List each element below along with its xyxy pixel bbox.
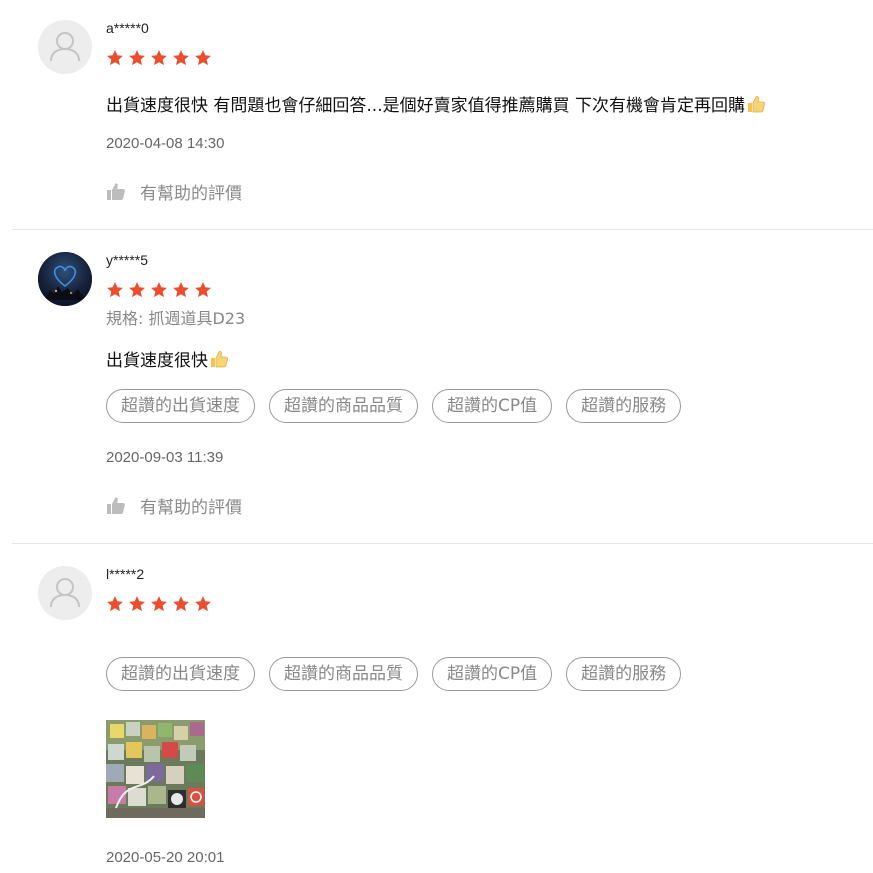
star-icon <box>107 50 123 66</box>
tag-product-quality[interactable]: 超讚的商品品質 <box>269 389 418 423</box>
star-icon <box>107 596 123 612</box>
star-icon <box>129 282 145 298</box>
review-date: 2020-04-08 14:30 <box>106 135 225 152</box>
tag-value[interactable]: 超讚的CP值 <box>432 657 553 691</box>
review-divider <box>12 229 873 230</box>
tag-shipping-speed[interactable]: 超讚的出貨速度 <box>106 657 255 691</box>
helpful-button[interactable]: 有幫助的評價 <box>106 179 242 204</box>
review-date: 2020-09-03 11:39 <box>106 449 224 466</box>
review-divider <box>12 543 873 544</box>
star-icon <box>173 596 189 612</box>
username: a*****0 <box>106 20 149 36</box>
user-avatar <box>38 566 92 620</box>
helpful-label: 有幫助的評價 <box>140 498 242 518</box>
star-icon <box>195 596 211 612</box>
review-date: 2020-05-20 20:01 <box>106 849 225 866</box>
star-rating <box>106 281 212 299</box>
star-rating <box>106 595 212 613</box>
default-user-icon <box>50 578 80 608</box>
thumbs-up-icon <box>107 182 125 200</box>
star-icon <box>151 282 167 298</box>
star-icon <box>195 282 211 298</box>
username: l*****2 <box>106 566 145 582</box>
star-rating <box>106 49 212 67</box>
photo-avatar <box>38 252 92 306</box>
product-variant: 規格: 抓週道具D23 <box>106 309 246 328</box>
star-icon <box>173 282 189 298</box>
tag-shipping-speed[interactable]: 超讚的出貨速度 <box>106 389 255 423</box>
username: y*****5 <box>106 252 149 268</box>
review-photo[interactable] <box>106 720 205 818</box>
review-content: 出貨速度很快 <box>106 346 229 374</box>
user-avatar <box>38 252 92 306</box>
review-tags: 超讚的出貨速度 超讚的商品品質 超讚的CP值 超讚的服務 <box>106 657 682 691</box>
thumbs-up-icon <box>746 94 766 119</box>
helpful-button[interactable]: 有幫助的評價 <box>106 493 242 518</box>
star-icon <box>129 596 145 612</box>
star-icon <box>195 50 211 66</box>
review-text: 出貨速度很快 有問題也會仔細回答...是個好賣家值得推薦購買 下次有機會肯定再回… <box>106 96 746 116</box>
star-icon <box>129 50 145 66</box>
review-tags: 超讚的出貨速度 超讚的商品品質 超讚的CP值 超讚的服務 <box>106 389 682 423</box>
star-icon <box>151 596 167 612</box>
star-icon <box>173 50 189 66</box>
tag-product-quality[interactable]: 超讚的商品品質 <box>269 657 418 691</box>
thumbs-up-icon <box>107 496 125 514</box>
tag-value[interactable]: 超讚的CP值 <box>432 389 553 423</box>
star-icon <box>107 282 123 298</box>
tag-service[interactable]: 超讚的服務 <box>566 389 682 423</box>
user-avatar <box>38 20 92 74</box>
star-icon <box>151 50 167 66</box>
review-text: 出貨速度很快 <box>106 351 208 371</box>
helpful-label: 有幫助的評價 <box>140 184 242 204</box>
review-content: 出貨速度很快 有問題也會仔細回答...是個好賣家值得推薦購買 下次有機會肯定再回… <box>106 91 766 119</box>
default-user-icon <box>50 32 80 62</box>
tag-service[interactable]: 超讚的服務 <box>566 657 682 691</box>
thumbs-up-icon <box>209 349 229 374</box>
